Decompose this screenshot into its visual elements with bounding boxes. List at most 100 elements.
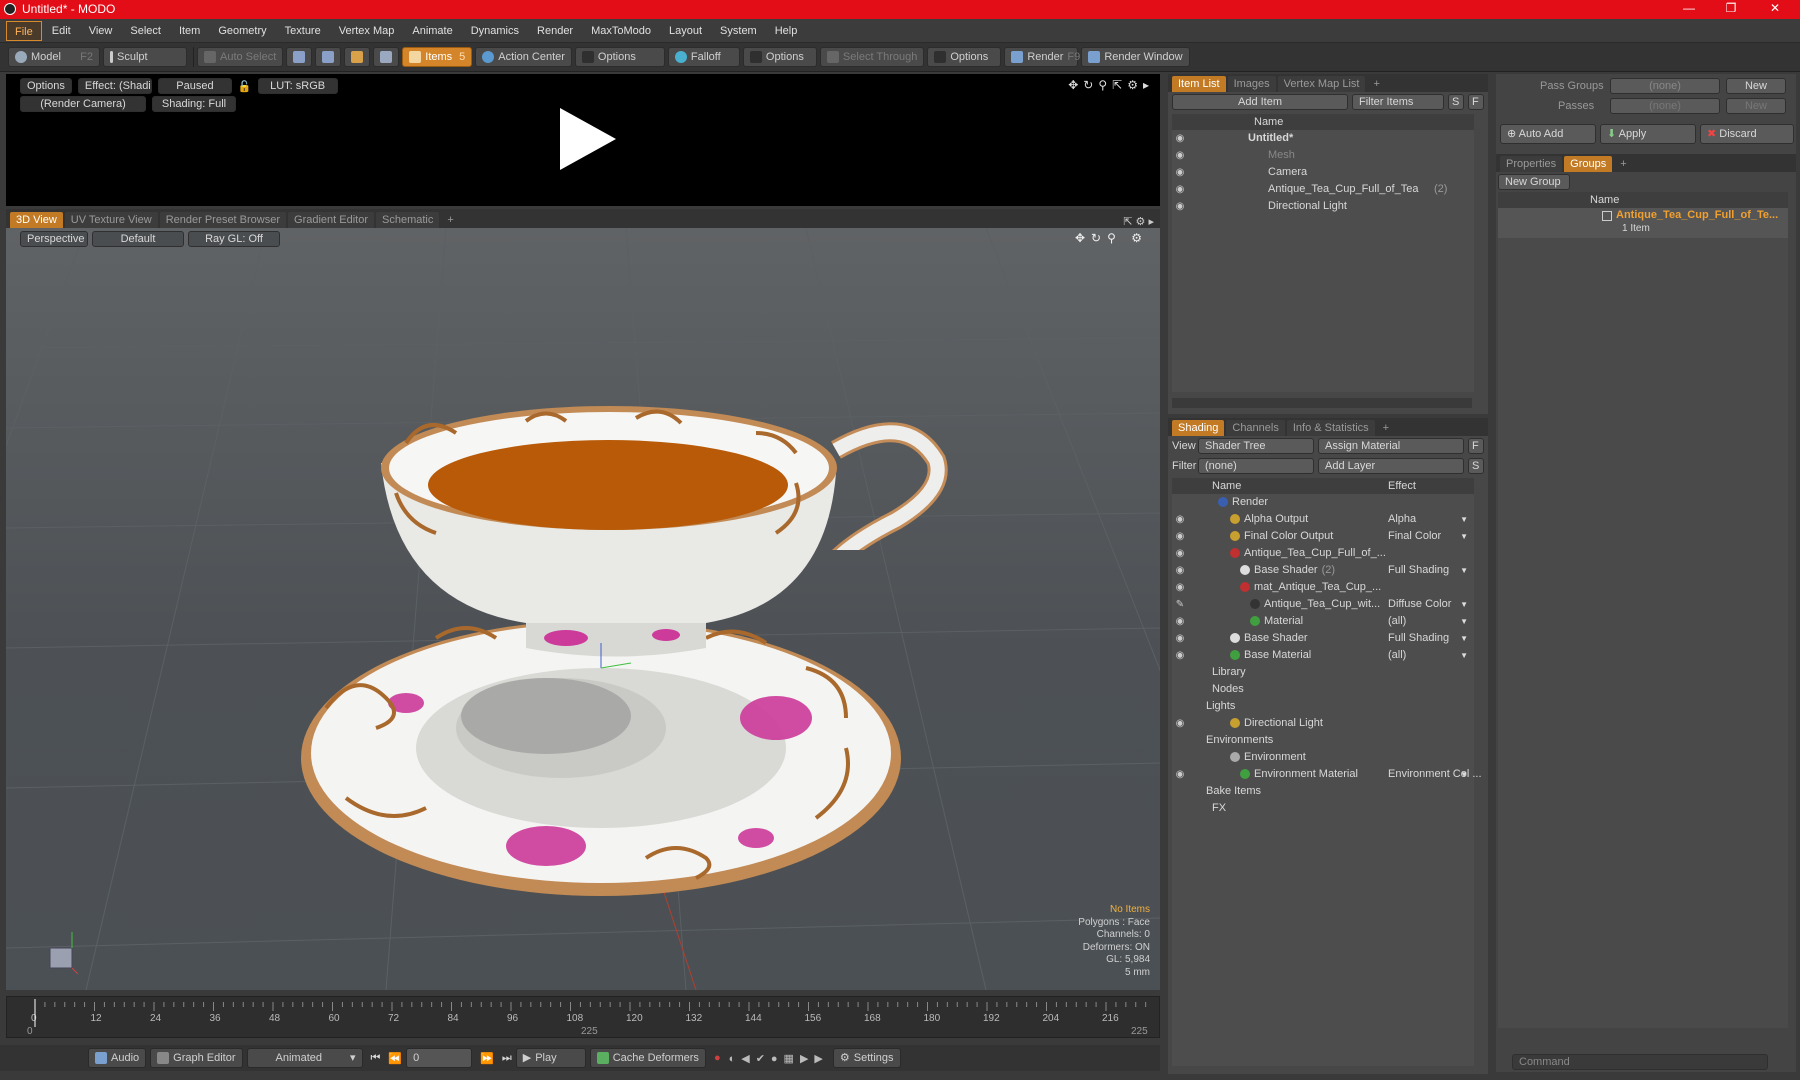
arrow-right-icon[interactable]: ▸: [1143, 78, 1154, 92]
add-tab-icon[interactable]: +: [1614, 156, 1632, 172]
menu-animate[interactable]: Animate: [404, 21, 460, 41]
menu-select[interactable]: Select: [122, 21, 169, 41]
select-polygons-button[interactable]: [344, 47, 371, 67]
menu-system[interactable]: System: [712, 21, 765, 41]
tab-item-list[interactable]: Item List: [1172, 76, 1226, 92]
lock-icon[interactable]: 🔓: [238, 80, 252, 93]
add-tab-icon[interactable]: +: [1377, 420, 1395, 436]
effect-value[interactable]: Full Shading: [1388, 562, 1449, 579]
tab-images[interactable]: Images: [1227, 76, 1276, 92]
items-button[interactable]: Items 5: [402, 47, 473, 67]
effect-value[interactable]: Full Shading: [1388, 630, 1449, 647]
timeline[interactable]: 0 12 24 36 48 60 72 84 96 108 120 132 144 156 168 180 19…: [6, 996, 1160, 1038]
go-end-icon[interactable]: ⏭: [502, 1052, 512, 1065]
render-button[interactable]: Render F9: [1004, 47, 1080, 67]
settings-button[interactable]: ⚙ Settings: [832, 1048, 901, 1068]
play-icon[interactable]: [554, 104, 620, 174]
eye-icon[interactable]: ◉: [1172, 147, 1188, 164]
cache-deformers-button[interactable]: Cache Deformers: [589, 1048, 706, 1068]
shader-row[interactable]: Environment: [1172, 749, 1474, 766]
gear-icon[interactable]: ⚙: [1131, 231, 1148, 245]
perspective-dropdown[interactable]: Perspective: [20, 231, 88, 247]
select-edges-button[interactable]: [315, 47, 342, 67]
render-camera-dropdown[interactable]: (Render Camera): [20, 96, 146, 112]
chevron-down-icon[interactable]: ▼: [1460, 630, 1468, 647]
shader-row[interactable]: ◉ Material (all) ▼: [1172, 613, 1474, 630]
gear-icon[interactable]: ⚙: [1127, 78, 1143, 92]
chevron-down-icon[interactable]: ▼: [1460, 766, 1468, 783]
tab-channels[interactable]: Channels: [1226, 420, 1285, 436]
tab-render-preset-browser[interactable]: Render Preset Browser: [159, 212, 287, 228]
render-preview[interactable]: Options Effect: (Shadi... Paused 🔓 LUT: …: [6, 74, 1160, 206]
eye-icon[interactable]: ◉: [1172, 198, 1188, 215]
shader-row[interactable]: ◉ Base Material (all) ▼: [1172, 647, 1474, 664]
f-toggle[interactable]: F: [1468, 94, 1484, 110]
menu-dynamics[interactable]: Dynamics: [463, 21, 527, 41]
arrow-right-icon[interactable]: ▸: [1148, 216, 1154, 228]
move-icon[interactable]: ✥: [1075, 231, 1091, 245]
group-row[interactable]: Antique_Tea_Cup_Full_of_Te... 1 Item: [1498, 208, 1788, 238]
eye-icon[interactable]: ◉: [1172, 613, 1188, 630]
shader-row[interactable]: Nodes: [1172, 681, 1474, 698]
item-row[interactable]: ◉ Untitled*: [1172, 130, 1474, 147]
menu-layout[interactable]: Layout: [661, 21, 710, 41]
item-list-scrollbar[interactable]: [1172, 398, 1472, 408]
eye-icon[interactable]: ◉: [1172, 715, 1188, 732]
ray-gl-dropdown[interactable]: Ray GL: Off: [188, 231, 280, 247]
shader-row[interactable]: ◉ mat_Antique_Tea_Cup_...: [1172, 579, 1474, 596]
eye-icon[interactable]: ◉: [1172, 181, 1188, 198]
shader-row[interactable]: Bake Items: [1172, 783, 1474, 800]
go-start-icon[interactable]: ⏮: [371, 1052, 381, 1065]
chevron-down-icon[interactable]: ▼: [1460, 528, 1468, 545]
record-icon[interactable]: ●: [714, 1052, 721, 1064]
tab-gradient-editor[interactable]: Gradient Editor: [288, 212, 374, 228]
name-column-header[interactable]: Name: [1590, 192, 1619, 208]
item-row[interactable]: ◉ Antique_Tea_Cup_Full_of_Tea (2): [1172, 181, 1474, 198]
effect-value[interactable]: Alpha: [1388, 511, 1416, 528]
select-vertices-button[interactable]: [286, 47, 313, 67]
eye-icon[interactable]: ◉: [1172, 647, 1188, 664]
assign-material-button[interactable]: Assign Material: [1318, 438, 1464, 454]
close-icon[interactable]: ✕: [1758, 1, 1792, 15]
item-row[interactable]: ◉ Camera: [1172, 164, 1474, 181]
key-icons[interactable]: ◐◀✔●▦▶▶: [729, 1052, 829, 1065]
chevron-down-icon[interactable]: ▼: [1460, 596, 1468, 613]
shader-row[interactable]: Render: [1172, 494, 1474, 511]
model-button[interactable]: Model F2: [8, 47, 100, 67]
shader-row[interactable]: ◉ Alpha Output Alpha ▼: [1172, 511, 1474, 528]
action-center-options-button[interactable]: Options: [574, 47, 665, 67]
animated-dropdown[interactable]: Animated ▾: [246, 1048, 363, 1068]
shader-row[interactable]: Environments: [1172, 732, 1474, 749]
menu-file[interactable]: File: [6, 20, 42, 41]
add-item-dropdown[interactable]: Add Item: [1172, 94, 1348, 110]
menu-vertex-map[interactable]: Vertex Map: [331, 21, 403, 41]
tab-3d-view[interactable]: 3D View: [10, 212, 63, 228]
auto-add-button[interactable]: ⊕ Auto Add: [1500, 124, 1596, 144]
shader-row[interactable]: Lights: [1172, 698, 1474, 715]
shader-row[interactable]: FX: [1172, 800, 1474, 817]
tab-properties[interactable]: Properties: [1500, 156, 1563, 172]
eye-icon[interactable]: ◉: [1172, 579, 1188, 596]
command-input[interactable]: Command: [1512, 1054, 1768, 1070]
effect-value[interactable]: (all): [1388, 613, 1406, 630]
preview-effect-dropdown[interactable]: Effect: (Shadi...: [77, 78, 152, 94]
s-toggle[interactable]: S: [1468, 458, 1484, 474]
new-group-button[interactable]: New Group: [1498, 174, 1570, 190]
menu-texture[interactable]: Texture: [277, 21, 329, 41]
play-button[interactable]: ▶ Play: [515, 1048, 586, 1068]
menu-render[interactable]: Render: [529, 21, 581, 41]
preview-options-button[interactable]: Options: [20, 78, 72, 94]
chevron-down-icon[interactable]: ▼: [1460, 647, 1468, 664]
gear-icon[interactable]: ⚙: [1136, 216, 1146, 228]
zoom-icon[interactable]: ⚲: [1098, 78, 1112, 92]
menu-view[interactable]: View: [81, 21, 121, 41]
zoom-icon[interactable]: ⚲: [1107, 231, 1122, 245]
eye-icon[interactable]: ◉: [1172, 130, 1188, 147]
shader-row[interactable]: ◉ Directional Light: [1172, 715, 1474, 732]
maximize-icon[interactable]: ❐: [1714, 1, 1748, 15]
shader-row[interactable]: ✎ Antique_Tea_Cup_wit... Diffuse Color ▼: [1172, 596, 1474, 613]
tab-vertex-map-list[interactable]: Vertex Map List: [1277, 76, 1366, 92]
auto-select-button[interactable]: Auto Select: [197, 47, 284, 67]
add-layer-dropdown[interactable]: Add Layer: [1318, 458, 1464, 474]
add-tab-icon[interactable]: +: [1367, 76, 1385, 92]
